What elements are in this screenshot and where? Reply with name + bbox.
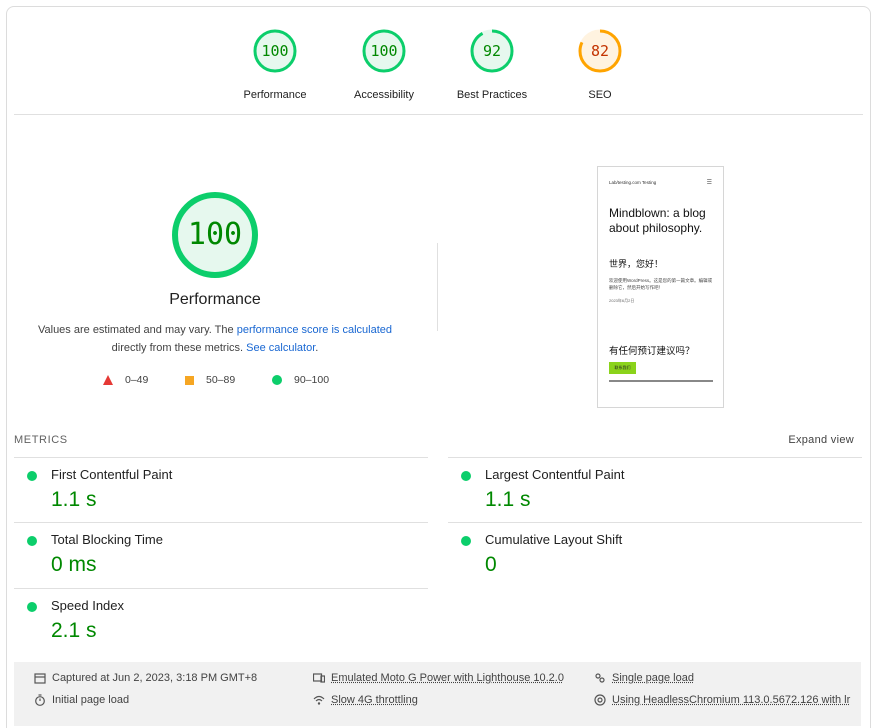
final-screenshot-thumbnail[interactable]: Lab/testing.com Testing ☰ Mindblown: a b… [597, 166, 724, 408]
triangle-icon [103, 375, 113, 385]
gauge-ring: 92 [470, 29, 514, 73]
gauge-ring: 100 [253, 29, 297, 73]
footer-captured-text: Captured at Jun 2, 2023, 3:18 PM GMT+8 [52, 672, 258, 684]
gauge-label: Performance [243, 89, 307, 101]
thumb-post-title: 世界，您好！ [609, 259, 664, 269]
footer-device-text: Emulated Moto G Power with Lighthouse 10… [331, 672, 564, 684]
metric-title: Speed Index [51, 598, 125, 613]
footer-initial: Initial page load [34, 694, 129, 706]
metric-tbt: Total Blocking Time 0 ms [14, 522, 428, 587]
wifi-icon [313, 695, 325, 705]
legend-range: 0–49 [125, 374, 149, 386]
footer-browser[interactable]: Using HeadlessChromium 113.0.5672.126 wi… [594, 694, 856, 706]
metric-lcp: Largest Contentful Paint 1.1 s [448, 457, 862, 522]
chrome-icon [594, 694, 606, 706]
gauge-label: SEO [588, 89, 612, 101]
thumb-cta-heading: 有任何预订建议吗？ [609, 346, 695, 357]
metric-si: Speed Index 2.1 s [14, 588, 428, 653]
thumb-divider [609, 380, 713, 382]
pass-circle-icon [27, 536, 37, 546]
expand-view-button[interactable]: Expand view [788, 434, 854, 446]
performance-main-gauge: 100 [171, 191, 259, 279]
pass-circle-icon [27, 471, 37, 481]
legend-fail: 0–49 [103, 374, 148, 386]
footer-initial-text: Initial page load [52, 694, 130, 706]
people-icon [595, 673, 605, 683]
gauge-performance[interactable]: 100 Performance [220, 29, 330, 101]
footer-load-text: Single page load [612, 672, 694, 684]
runtime-settings-footer: Captured at Jun 2, 2023, 3:18 PM GMT+8 E… [14, 662, 861, 726]
footer-captured: Captured at Jun 2, 2023, 3:18 PM GMT+8 [34, 672, 257, 684]
metric-title: Largest Contentful Paint [485, 467, 625, 482]
performance-score-link[interactable]: performance score is calculated [237, 324, 392, 336]
main-gauge-score: 100 [187, 217, 243, 252]
footer-throttle[interactable]: Slow 4G throttling [313, 694, 418, 706]
pass-circle-icon [27, 602, 37, 612]
calendar-icon [34, 673, 46, 684]
thumb-site-title: Lab/testing.com Testing [609, 180, 657, 185]
hamburger-menu-icon: ☰ [706, 180, 712, 186]
gauge-score: 100 [370, 42, 398, 60]
gauge-ring: 82 [578, 29, 622, 73]
gauge-label: Accessibility [354, 89, 414, 101]
legend-range: 90–100 [294, 374, 330, 386]
main-gauge-title: Performance [169, 291, 261, 308]
metric-title: Cumulative Layout Shift [485, 532, 623, 547]
gauge-score: 100 [261, 42, 289, 60]
footer-device[interactable]: Emulated Moto G Power with Lighthouse 10… [313, 672, 564, 684]
divider [14, 114, 863, 115]
thumb-post-date: 2023年6月2日 [609, 298, 635, 303]
desc-text: . [315, 342, 319, 354]
pass-circle-icon [461, 536, 471, 546]
score-description: Values are estimated and may vary. The p… [27, 321, 403, 357]
lighthouse-report-card: 100 Performance 100 Accessibility 92 Bes… [6, 6, 871, 728]
score-legend: 0–49 50–89 90–100 [7, 374, 427, 390]
legend-range: 50–89 [206, 374, 236, 386]
desc-text: directly from these metrics. [111, 342, 247, 354]
metric-title: Total Blocking Time [51, 532, 163, 547]
circle-icon [272, 375, 282, 385]
vertical-divider [437, 243, 438, 331]
legend-average: 50–89 [185, 374, 235, 386]
metric-fcp: First Contentful Paint 1.1 s [14, 457, 428, 522]
thumb-heading: Mindblown: a blog about philosophy. [609, 206, 706, 235]
thumb-post-text: 欢迎使用WordPress。这是您的第一篇文章。编辑或删除它，然后开始写作吧！ [609, 278, 713, 290]
metric-value: 1.1 s [51, 488, 97, 511]
metric-title: First Contentful Paint [51, 467, 173, 482]
legend-pass: 90–100 [272, 374, 329, 386]
metrics-heading: METRICS [14, 434, 68, 446]
desc-text: Values are estimated and may vary. The [37, 324, 237, 336]
metric-value: 0 [485, 553, 497, 576]
see-calculator-link[interactable]: See calculator [246, 342, 315, 354]
gauge-accessibility[interactable]: 100 Accessibility [329, 29, 439, 101]
metric-cls: Cumulative Layout Shift 0 [448, 522, 862, 587]
footer-throttle-text: Slow 4G throttling [331, 694, 418, 706]
thumb-cta-button: 联系我们 [609, 362, 636, 374]
square-icon [185, 375, 194, 385]
gauge-label: Best Practices [456, 89, 528, 101]
metric-value: 0 ms [51, 553, 97, 576]
footer-browser-text: Using HeadlessChromium 113.0.5672.126 wi… [612, 694, 851, 706]
metric-value: 1.1 s [485, 488, 531, 511]
gauge-ring: 100 [362, 29, 406, 73]
footer-load[interactable]: Single page load [594, 672, 694, 684]
timer-icon [35, 694, 45, 706]
gauge-score: 92 [482, 42, 502, 60]
gauge-best-practices[interactable]: 92 Best Practices [437, 29, 547, 101]
gauge-seo[interactable]: 82 SEO [545, 29, 655, 101]
gauge-score: 82 [590, 42, 610, 60]
metric-value: 2.1 s [51, 619, 97, 642]
category-gauges: 100 Performance 100 Accessibility 92 Bes… [7, 29, 870, 109]
pass-circle-icon [461, 471, 471, 481]
devices-icon [313, 673, 325, 683]
